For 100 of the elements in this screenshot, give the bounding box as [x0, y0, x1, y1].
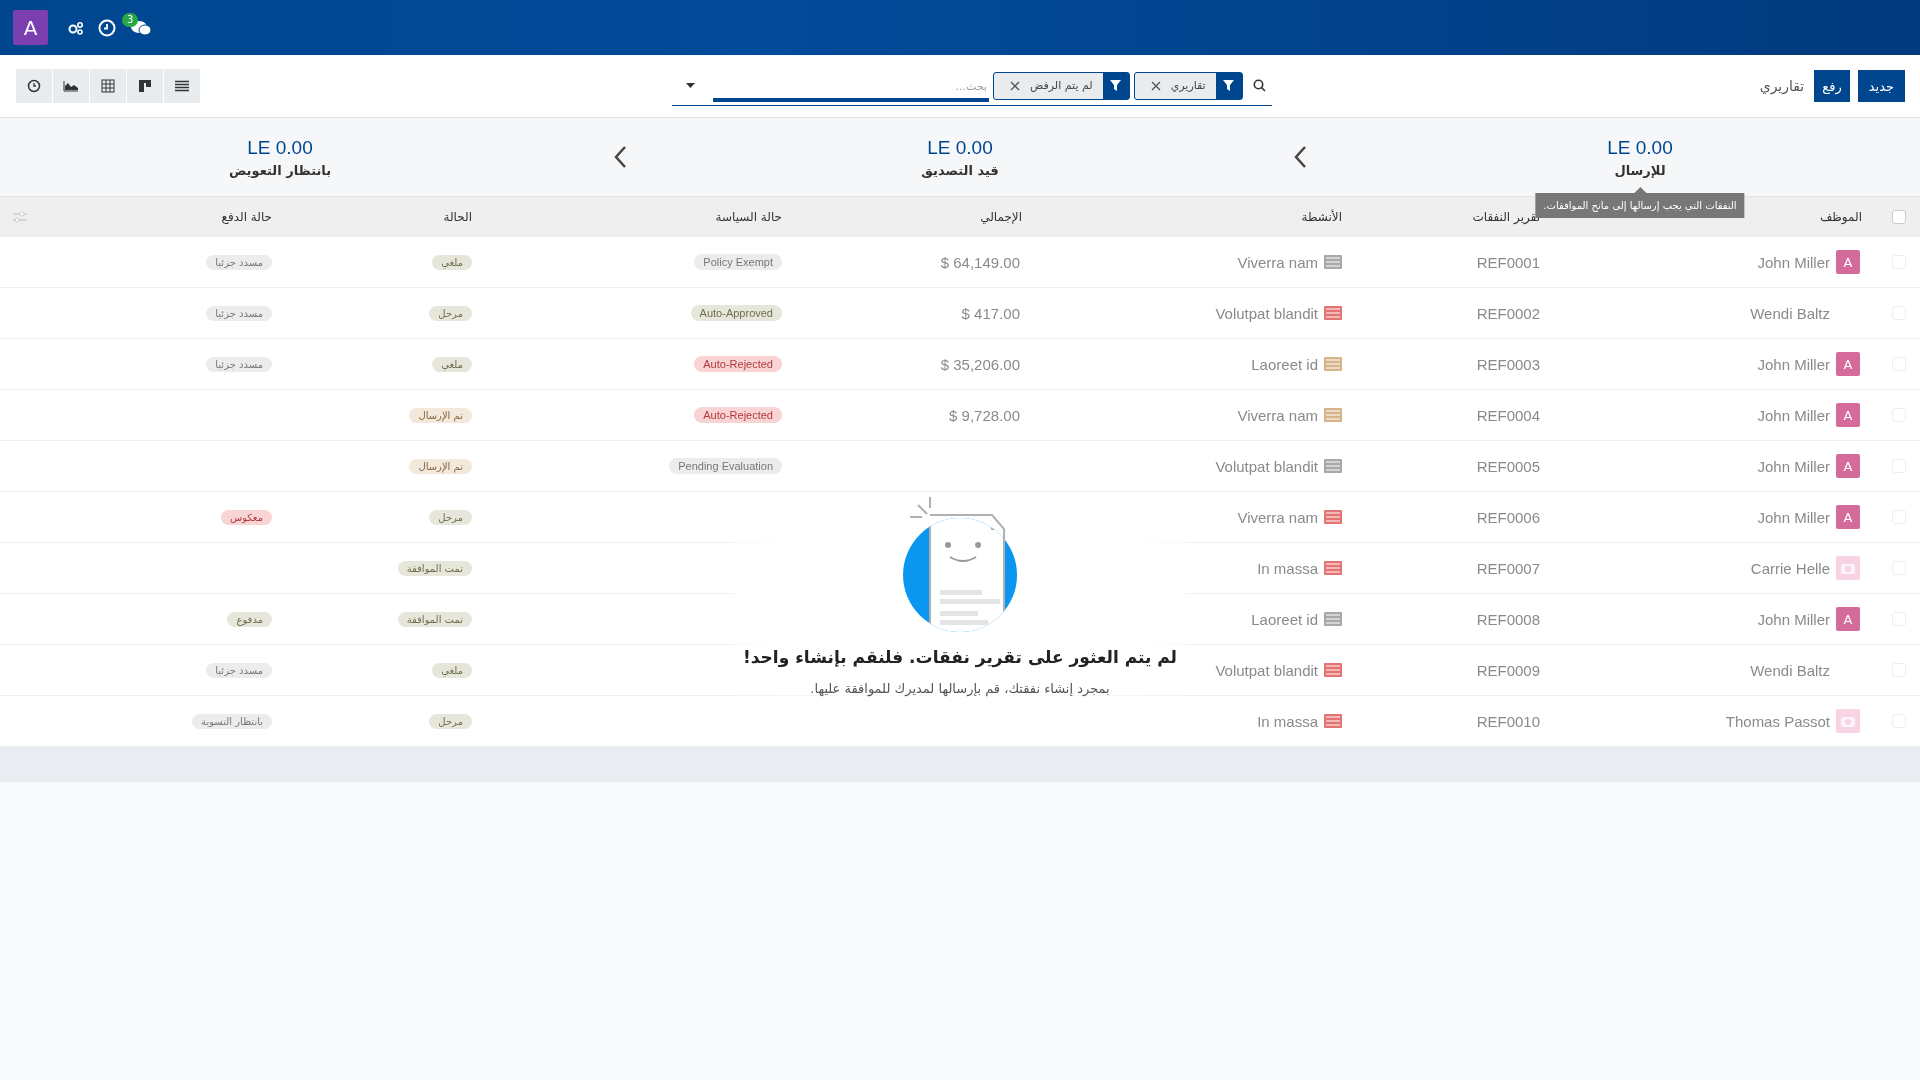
activity-icon[interactable]	[1324, 663, 1342, 677]
activity-icon[interactable]	[1324, 510, 1342, 524]
activity-name: Laoreet id	[1251, 355, 1318, 373]
view-switch-button[interactable]	[164, 69, 200, 103]
activity-icon[interactable]	[1324, 306, 1342, 320]
activity-name: Volutpat blandit	[1215, 661, 1318, 679]
search-field[interactable]: بحث...	[712, 75, 990, 102]
stat-amount: LE 0.00	[247, 136, 313, 159]
activity-name: Laoreet id	[1251, 610, 1318, 628]
employee-name: John Miller	[1757, 610, 1830, 628]
select-all-checkbox[interactable]	[1892, 210, 1906, 224]
status-badge: تم الإرسال	[409, 407, 472, 423]
activity-icon[interactable]	[1324, 357, 1342, 371]
activity-name: In massa	[1257, 712, 1318, 730]
employee-name: John Miller	[1757, 457, 1830, 475]
avatar: A	[1836, 607, 1860, 631]
upload-button[interactable]: رفع	[1814, 70, 1850, 102]
chevron-left-icon	[1293, 145, 1307, 169]
view-switch-button[interactable]	[90, 69, 126, 103]
avatar: A	[1836, 454, 1860, 478]
filter-facet[interactable]: لم يتم الرفض	[993, 71, 1130, 100]
breadcrumb: تقاريري	[1759, 78, 1805, 94]
search-icon[interactable]	[1252, 79, 1266, 92]
table-icon	[101, 79, 115, 93]
report-reference: REF0002	[1476, 304, 1540, 322]
avatar-placeholder-icon	[1836, 709, 1860, 733]
activity-icon[interactable]	[1324, 561, 1342, 575]
report-reference: REF0008	[1476, 610, 1540, 628]
activity-icon[interactable]	[1324, 612, 1342, 626]
payment-status-badge: مسدد جزئيا	[206, 662, 272, 678]
gears-icon[interactable]	[68, 20, 84, 35]
area-chart-icon	[63, 80, 79, 92]
column-header[interactable]: حالة الدفع	[221, 210, 272, 224]
column-header[interactable]: الموظف	[1819, 210, 1862, 224]
status-badge: تمت الموافقة	[397, 611, 472, 627]
column-header[interactable]: الحالة	[443, 210, 472, 224]
employee-name: Thomas Passot	[1725, 712, 1830, 730]
payment-status-badge: مسدد جزئيا	[206, 254, 272, 270]
employee-name: John Miller	[1757, 253, 1830, 271]
column-header[interactable]: الأنشطة	[1301, 210, 1342, 224]
stat-label: للإرسال	[1614, 162, 1666, 178]
activity-icon[interactable]	[1324, 408, 1342, 422]
report-reference: REF0010	[1476, 712, 1540, 730]
report-reference: REF0005	[1476, 457, 1540, 475]
stat-label: بانتظار التعويض	[228, 162, 332, 178]
empty-state-text: بمجرد إنشاء نفقتك، قم بإرسالها لمديرك للموافقة عليها.	[810, 681, 1110, 696]
employee-name: Wendi Baltz	[1750, 661, 1830, 679]
activity-name: Volutpat blandit	[1215, 457, 1318, 475]
payment-status-badge: مسدد جزئيا	[206, 356, 272, 372]
status-badge: مرحل	[429, 713, 472, 729]
stat-amount: LE 0.00	[1607, 136, 1673, 159]
stat-amount: LE 0.00	[927, 136, 993, 159]
total-amount: $ 35,206.00	[940, 355, 1020, 373]
clock-icon[interactable]	[98, 18, 116, 37]
view-switch-button[interactable]	[53, 69, 89, 103]
activity-icon[interactable]	[1324, 459, 1342, 473]
activity-name: Viverra nam	[1237, 508, 1318, 526]
employee-name: Carrie Helle	[1750, 559, 1830, 577]
report-reference: REF0006	[1476, 508, 1540, 526]
new-button[interactable]: جديد	[1857, 70, 1905, 102]
status-badge: مرحل	[429, 305, 472, 321]
notification-badge: 3	[122, 12, 139, 27]
status-badge: ملغي	[432, 356, 472, 372]
list-icon	[175, 80, 189, 92]
avatar-placeholder-icon	[1836, 556, 1860, 580]
avatar: A	[1836, 352, 1860, 376]
avatar: A	[1836, 403, 1860, 427]
total-amount: $ 64,149.00	[940, 253, 1020, 271]
status-badge: تم الإرسال	[409, 458, 472, 474]
sliders-icon[interactable]	[13, 211, 27, 223]
filter-facet[interactable]: تقاريري	[1133, 71, 1243, 100]
filter-icon	[1223, 80, 1235, 91]
empty-state-title: لم يتم العثور على تقرير نفقات. فلنقم بإنشاء واحد!	[743, 647, 1177, 667]
report-reference: REF0007	[1476, 559, 1540, 577]
view-switch-button[interactable]	[16, 69, 52, 103]
status-badge: ملغي	[432, 662, 472, 678]
activity-icon[interactable]	[1324, 255, 1342, 269]
activity-name: Volutpat blandit	[1215, 304, 1318, 322]
total-amount: $ 417.00	[961, 304, 1020, 322]
payment-status-badge: بانتظار التسوية	[192, 713, 272, 729]
report-reference: REF0003	[1476, 355, 1540, 373]
activity-name: Viverra nam	[1237, 253, 1318, 271]
employee-name: Wendi Baltz	[1750, 304, 1830, 322]
activity-icon[interactable]	[1324, 714, 1342, 728]
column-header[interactable]: الإجمالي	[980, 210, 1022, 224]
status-badge: ملغي	[432, 254, 472, 270]
avatar: A	[1836, 505, 1860, 529]
user-avatar[interactable]: A	[13, 10, 48, 45]
view-switch-button[interactable]	[127, 69, 163, 103]
kanban-icon	[138, 79, 152, 93]
chevron-left-icon	[613, 145, 627, 169]
employee-name: John Miller	[1757, 355, 1830, 373]
total-amount: $ 9,728.00	[949, 406, 1020, 424]
employee-name: John Miller	[1757, 508, 1830, 526]
clock-icon	[27, 79, 41, 93]
policy-status-badge: Auto-Rejected	[694, 407, 782, 423]
column-header[interactable]: حالة السياسة	[715, 210, 782, 224]
report-reference: REF0001	[1476, 253, 1540, 271]
stat-label: قيد التصديق	[921, 162, 999, 178]
caret-icon[interactable]	[685, 83, 695, 88]
